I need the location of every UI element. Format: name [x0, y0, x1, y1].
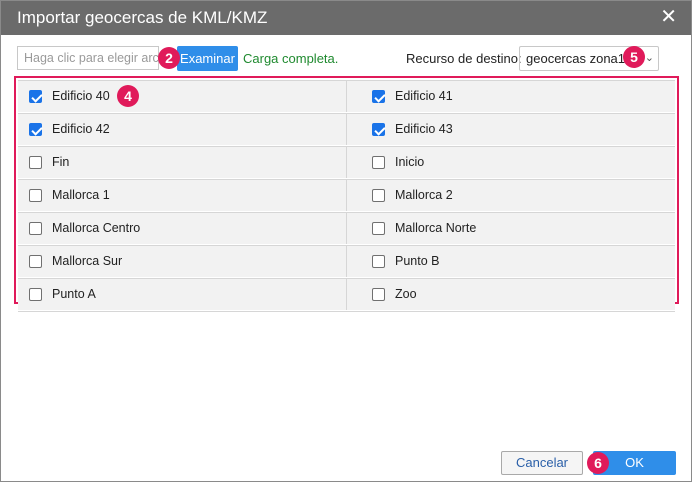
geofence-item[interactable]: Inicio — [347, 147, 675, 178]
import-geofences-dialog: Importar geocercas de KML/KMZ ✕ Examinar… — [0, 0, 692, 482]
geofence-label: Mallorca Norte — [395, 221, 477, 235]
geofence-label: Mallorca 2 — [395, 188, 453, 202]
geofence-item[interactable]: Mallorca Norte — [347, 213, 675, 244]
geofence-row: Fin Inicio — [18, 147, 675, 180]
geofence-checkbox[interactable] — [29, 156, 42, 169]
geofence-label: Mallorca Sur — [52, 254, 123, 268]
file-input[interactable] — [17, 46, 159, 70]
resource-label: Recurso de destino: — [406, 51, 522, 66]
dialog-title: Importar geocercas de KML/KMZ — [17, 8, 268, 27]
geofence-item[interactable]: Edificio 41 — [347, 81, 675, 112]
browse-button[interactable]: Examinar — [177, 46, 238, 71]
geofence-row: Edificio 42 Edificio 43 — [18, 114, 675, 147]
geofence-checkbox[interactable] — [372, 156, 385, 169]
close-icon[interactable]: ✕ — [660, 7, 677, 27]
geofence-label: Edificio 42 — [52, 122, 110, 136]
geofence-item[interactable]: Edificio 42 — [18, 114, 347, 145]
geofence-row: Mallorca Sur Punto B — [18, 246, 675, 279]
geofence-item[interactable]: Punto B — [347, 246, 675, 277]
upload-status: Carga completa. — [243, 51, 339, 66]
geofence-label: Mallorca Centro — [52, 221, 141, 235]
callout-badge-resource: 5 — [623, 46, 645, 68]
geofence-item[interactable]: Mallorca 2 — [347, 180, 675, 211]
geofence-item[interactable]: Edificio 43 — [347, 114, 675, 145]
geofence-list: Edificio 40 Edificio 41 Edificio 42 Edifici… — [18, 80, 675, 312]
callout-badge-ok: 6 — [587, 452, 609, 474]
geofence-checkbox[interactable] — [29, 90, 42, 103]
geofence-row: Mallorca 1 Mallorca 2 — [18, 180, 675, 213]
geofence-item[interactable]: Fin — [18, 147, 347, 178]
cancel-button[interactable]: Cancelar — [501, 451, 583, 475]
geofence-checkbox[interactable] — [372, 288, 385, 301]
geofence-item[interactable]: Zoo — [347, 279, 675, 310]
geofence-label: Mallorca 1 — [52, 188, 110, 202]
geofence-item[interactable]: Edificio 40 — [18, 81, 347, 112]
dialog-titlebar: Importar geocercas de KML/KMZ ✕ — [1, 1, 691, 35]
geofence-item[interactable]: Mallorca Centro — [18, 213, 347, 244]
geofence-checkbox[interactable] — [29, 222, 42, 235]
chevron-down-icon: ⌄ — [644, 52, 654, 64]
geofence-label: Fin — [52, 155, 70, 169]
callout-badge-browse: 2 — [158, 47, 180, 69]
geofence-checkbox[interactable] — [29, 288, 42, 301]
geofence-label: Edificio 41 — [395, 89, 453, 103]
geofence-label: Inicio — [395, 155, 425, 169]
resource-select-value: geocercas zona1 — [526, 51, 626, 66]
geofence-item[interactable]: Mallorca 1 — [18, 180, 347, 211]
geofence-checkbox[interactable] — [29, 255, 42, 268]
geofence-label: Edificio 40 — [52, 89, 110, 103]
geofence-row: Mallorca Centro Mallorca Norte — [18, 213, 675, 246]
geofence-checkbox[interactable] — [372, 189, 385, 202]
geofence-checkbox[interactable] — [29, 189, 42, 202]
geofence-label: Punto B — [395, 254, 440, 268]
geofence-label: Zoo — [395, 287, 417, 301]
geofence-checkbox[interactable] — [372, 255, 385, 268]
geofence-label: Edificio 43 — [395, 122, 453, 136]
geofence-checkbox[interactable] — [372, 222, 385, 235]
geofence-checkbox[interactable] — [372, 90, 385, 103]
geofence-label: Punto A — [52, 287, 96, 301]
geofence-item[interactable]: Punto A — [18, 279, 347, 310]
geofence-checkbox[interactable] — [29, 123, 42, 136]
geofence-item[interactable]: Mallorca Sur — [18, 246, 347, 277]
callout-badge-list: 4 — [117, 85, 139, 107]
geofence-list-highlight: Edificio 40 Edificio 41 Edificio 42 Edifici… — [14, 76, 679, 312]
geofence-checkbox[interactable] — [372, 123, 385, 136]
geofence-row: Punto A Zoo — [18, 279, 675, 312]
